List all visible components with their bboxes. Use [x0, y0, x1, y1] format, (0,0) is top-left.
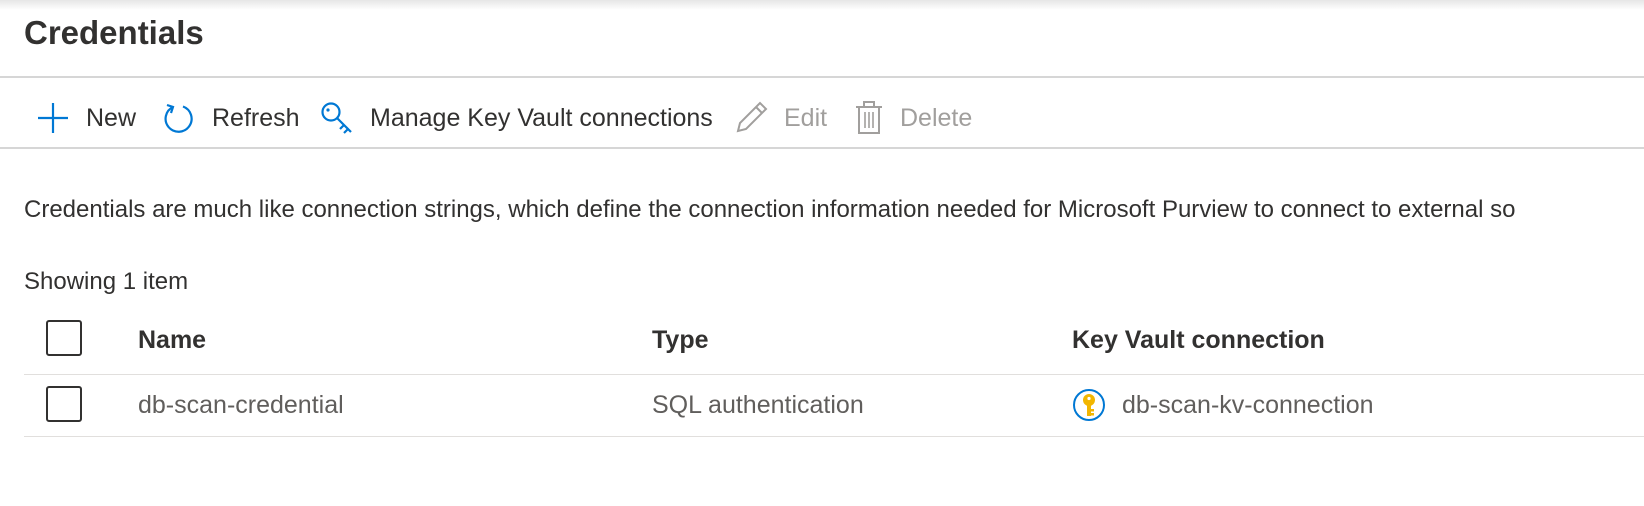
page-title: Credentials: [24, 14, 204, 51]
edit-button-label: Edit: [784, 103, 828, 132]
new-button[interactable]: New: [36, 82, 136, 154]
description-text: Credentials are much like connection str…: [24, 196, 1516, 223]
plus-icon: [36, 101, 70, 135]
refresh-button[interactable]: Refresh: [162, 82, 300, 154]
trash-icon: [854, 101, 884, 135]
column-header-type[interactable]: Type: [652, 326, 709, 355]
row-checkbox[interactable]: [46, 386, 82, 422]
header-divider: [0, 76, 1644, 78]
refresh-icon: [162, 101, 196, 135]
toolbar-divider: [0, 147, 1644, 149]
key-vault-icon: [1072, 388, 1106, 427]
top-shadow: [0, 0, 1644, 10]
new-button-label: New: [86, 103, 137, 132]
edit-button[interactable]: Edit: [734, 82, 827, 154]
refresh-button-label: Refresh: [212, 103, 300, 132]
column-header-key-vault[interactable]: Key Vault connection: [1072, 326, 1325, 355]
delete-button[interactable]: Delete: [854, 82, 972, 154]
select-all-checkbox[interactable]: [46, 320, 82, 356]
pencil-icon: [734, 101, 768, 135]
cell-key-vault-connection[interactable]: db-scan-kv-connection: [1122, 391, 1374, 420]
header-row-divider: [24, 374, 1644, 375]
row-divider: [24, 436, 1644, 437]
cell-type: SQL authentication: [652, 391, 864, 419]
manage-key-vault-connections-button[interactable]: Manage Key Vault connections: [320, 82, 713, 154]
key-icon: [320, 101, 354, 135]
column-header-name[interactable]: Name: [138, 326, 206, 355]
credentials-page: Credentials New Refresh Manage Key Vault…: [0, 0, 1644, 506]
item-count: Showing 1 item: [24, 268, 189, 295]
cell-name[interactable]: db-scan-credential: [138, 391, 344, 420]
delete-button-label: Delete: [900, 103, 973, 132]
manage-key-vault-connections-label: Manage Key Vault connections: [370, 103, 713, 132]
